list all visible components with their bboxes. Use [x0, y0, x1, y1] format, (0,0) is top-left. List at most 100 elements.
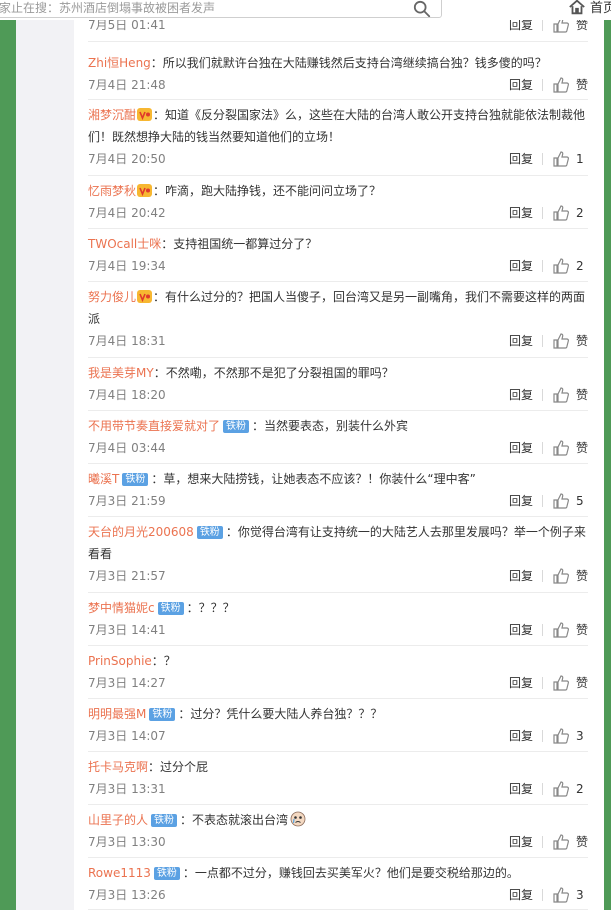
comment-username-link[interactable]: 天台的月光200608 [88, 525, 194, 539]
reply-button[interactable]: 回复 [509, 255, 533, 277]
comment-meta: 7月4日 19:34 回复 2 [88, 255, 588, 277]
comment-username-link[interactable]: Rowe1113 [88, 866, 151, 880]
fan-badge[interactable]: 铁粉 [149, 708, 176, 721]
like-thumb-icon[interactable] [553, 387, 569, 403]
comment-username-link[interactable]: PrinSophie [88, 654, 152, 668]
divider [542, 389, 543, 401]
like-thumb-icon[interactable] [553, 205, 569, 221]
left-gutter [16, 20, 74, 910]
vip-badge-icon [137, 290, 153, 303]
fan-badge[interactable]: 铁粉 [157, 602, 184, 615]
comment-username-link[interactable]: Zhi恒Heng [88, 56, 151, 70]
like-thumb-icon[interactable] [553, 728, 569, 744]
like-thumb-icon[interactable] [553, 568, 569, 584]
comment-time: 7月4日 21:48 [88, 78, 166, 92]
reply-button[interactable]: 回复 [509, 884, 533, 906]
comment-item: TWOcall士咪：支持祖国统一都算过分了？ 7月4日 19:34 回复 2 [88, 229, 588, 282]
divider [542, 889, 543, 901]
like-count: 5 [576, 494, 584, 508]
fan-badge[interactable]: 铁粉 [196, 526, 223, 539]
like-thumb-icon[interactable] [553, 333, 569, 349]
like-thumb-icon[interactable] [553, 151, 569, 167]
comment-text: Zhi恒Heng：所以我们就默许台独在大陆赚钱然后支持台湾继续搞台独？钱多傻的吗… [88, 52, 588, 74]
like-thumb-icon[interactable] [553, 834, 569, 850]
divider [542, 783, 543, 795]
comment-meta: 7月4日 20:42 回复 2 [88, 202, 588, 224]
divider [542, 207, 543, 219]
reply-button[interactable]: 回复 [509, 725, 533, 747]
vip-badge-icon [137, 108, 153, 121]
like-count: 赞 [576, 388, 589, 402]
comment-body: ：？？？ [186, 601, 235, 615]
comment-time: 7月3日 13:31 [88, 782, 166, 796]
comment-username-link[interactable]: 我是美芽MY [88, 366, 154, 380]
comment-username-link[interactable]: TWOcall士咪 [88, 237, 161, 251]
comment-time: 7月5日 01:41 [88, 18, 166, 32]
reply-button[interactable]: 回复 [509, 490, 533, 512]
like-count: 3 [576, 729, 584, 743]
comment-body: ：过分个屁 [148, 760, 209, 774]
comment-text: 山里子的人 铁粉 ：不表态就滚出台湾 [88, 809, 588, 831]
reply-button[interactable]: 回复 [509, 672, 533, 694]
like-thumb-icon[interactable] [553, 887, 569, 903]
fan-badge[interactable]: 铁粉 [122, 473, 149, 486]
fan-badge[interactable]: 铁粉 [153, 867, 180, 880]
fan-badge[interactable]: 铁粉 [223, 420, 250, 433]
comment-username-link[interactable]: 湘梦沉酣 [88, 108, 136, 122]
comment-username-link[interactable]: 梦中情猫妮c [88, 601, 155, 615]
like-thumb-icon[interactable] [553, 77, 569, 93]
comment-username-link[interactable]: 忆雨梦秋 [88, 184, 136, 198]
comment-meta: 7月4日 21:48 回复 赞 [88, 74, 588, 96]
comment-time: 7月4日 19:34 [88, 259, 166, 273]
comment-body: ：不然嘞，不然那不是犯了分裂祖国的罪吗？ [153, 366, 394, 380]
like-thumb-icon[interactable] [553, 258, 569, 274]
search-icon[interactable] [413, 0, 431, 18]
comment-item: 山里子的人 铁粉 ：不表态就滚出台湾 7月3日 13:30 回复 赞 [88, 805, 588, 858]
reply-button[interactable]: 回复 [509, 330, 533, 352]
comment-body: ：有什么过分的？把国人当傻子，回台湾又是另一副嘴角，我们不需要这样的两面派 [88, 290, 586, 326]
reply-button[interactable]: 回复 [509, 148, 533, 170]
reply-button[interactable]: 回复 [509, 565, 533, 587]
like-thumb-icon[interactable] [553, 675, 569, 691]
comment-body: ：咋滴，跑大陆挣钱，还不能问问立场了？ [153, 184, 382, 198]
reply-button[interactable]: 回复 [509, 778, 533, 800]
divider [542, 260, 543, 272]
like-count: 赞 [576, 569, 589, 583]
like-thumb-icon[interactable] [553, 781, 569, 797]
home-label: 首页 [590, 1, 611, 16]
reply-button[interactable]: 回复 [509, 202, 533, 224]
like-thumb-icon[interactable] [553, 622, 569, 638]
comment-item: PrinSophie：？ 7月3日 14:27 回复 赞 [88, 646, 588, 699]
like-count: 赞 [576, 334, 589, 348]
comment-username-link[interactable]: 不用带节奏直接爱就对了 [88, 419, 220, 433]
fan-badge[interactable]: 铁粉 [151, 814, 178, 827]
reply-button[interactable]: 回复 [509, 74, 533, 96]
divider [542, 730, 543, 742]
comment-body: ：？ [151, 654, 176, 668]
comment-text: 曦溪T 铁粉 ：草，想来大陆捞钱，让她表态不应该？！你装什么“理中客” [88, 468, 588, 490]
left-green-edge [0, 20, 16, 910]
comment-text: Rowe1113 铁粉 ：一点都不过分，赚钱回去买美军火？他们是要交税给那边的。 [88, 862, 588, 884]
like-thumb-icon[interactable] [553, 440, 569, 456]
like-count: 1 [576, 152, 584, 166]
home-nav[interactable]: 首页 [568, 0, 611, 16]
comment-username-link[interactable]: 山里子的人 [88, 813, 148, 827]
comment-meta: 7月3日 13:30 回复 赞 [88, 831, 588, 853]
comment-username-link[interactable]: 托卡马克啊 [88, 760, 148, 774]
reply-button[interactable]: 回复 [509, 619, 533, 641]
like-count: 2 [576, 206, 584, 220]
comment-username-link[interactable]: 努力俊儿 [88, 290, 136, 304]
comment-time: 7月3日 21:59 [88, 494, 166, 508]
comment-username-link[interactable]: 曦溪T [88, 472, 119, 486]
comment-meta: 7月3日 21:59 回复 5 [88, 490, 588, 512]
reply-button[interactable]: 回复 [509, 384, 533, 406]
divider [542, 335, 543, 347]
comment-text: 我是美芽MY：不然嘞，不然那不是犯了分裂祖国的罪吗？ [88, 362, 588, 384]
search-input[interactable]: 家止在搜：苏州酒店倒塌事故被困者发声 [0, 0, 442, 18]
like-thumb-icon[interactable] [553, 493, 569, 509]
right-green-edge [604, 20, 611, 910]
comment-username-link[interactable]: 明明最强M [88, 707, 146, 721]
comment-time: 7月3日 13:30 [88, 835, 166, 849]
reply-button[interactable]: 回复 [509, 437, 533, 459]
reply-button[interactable]: 回复 [509, 831, 533, 853]
